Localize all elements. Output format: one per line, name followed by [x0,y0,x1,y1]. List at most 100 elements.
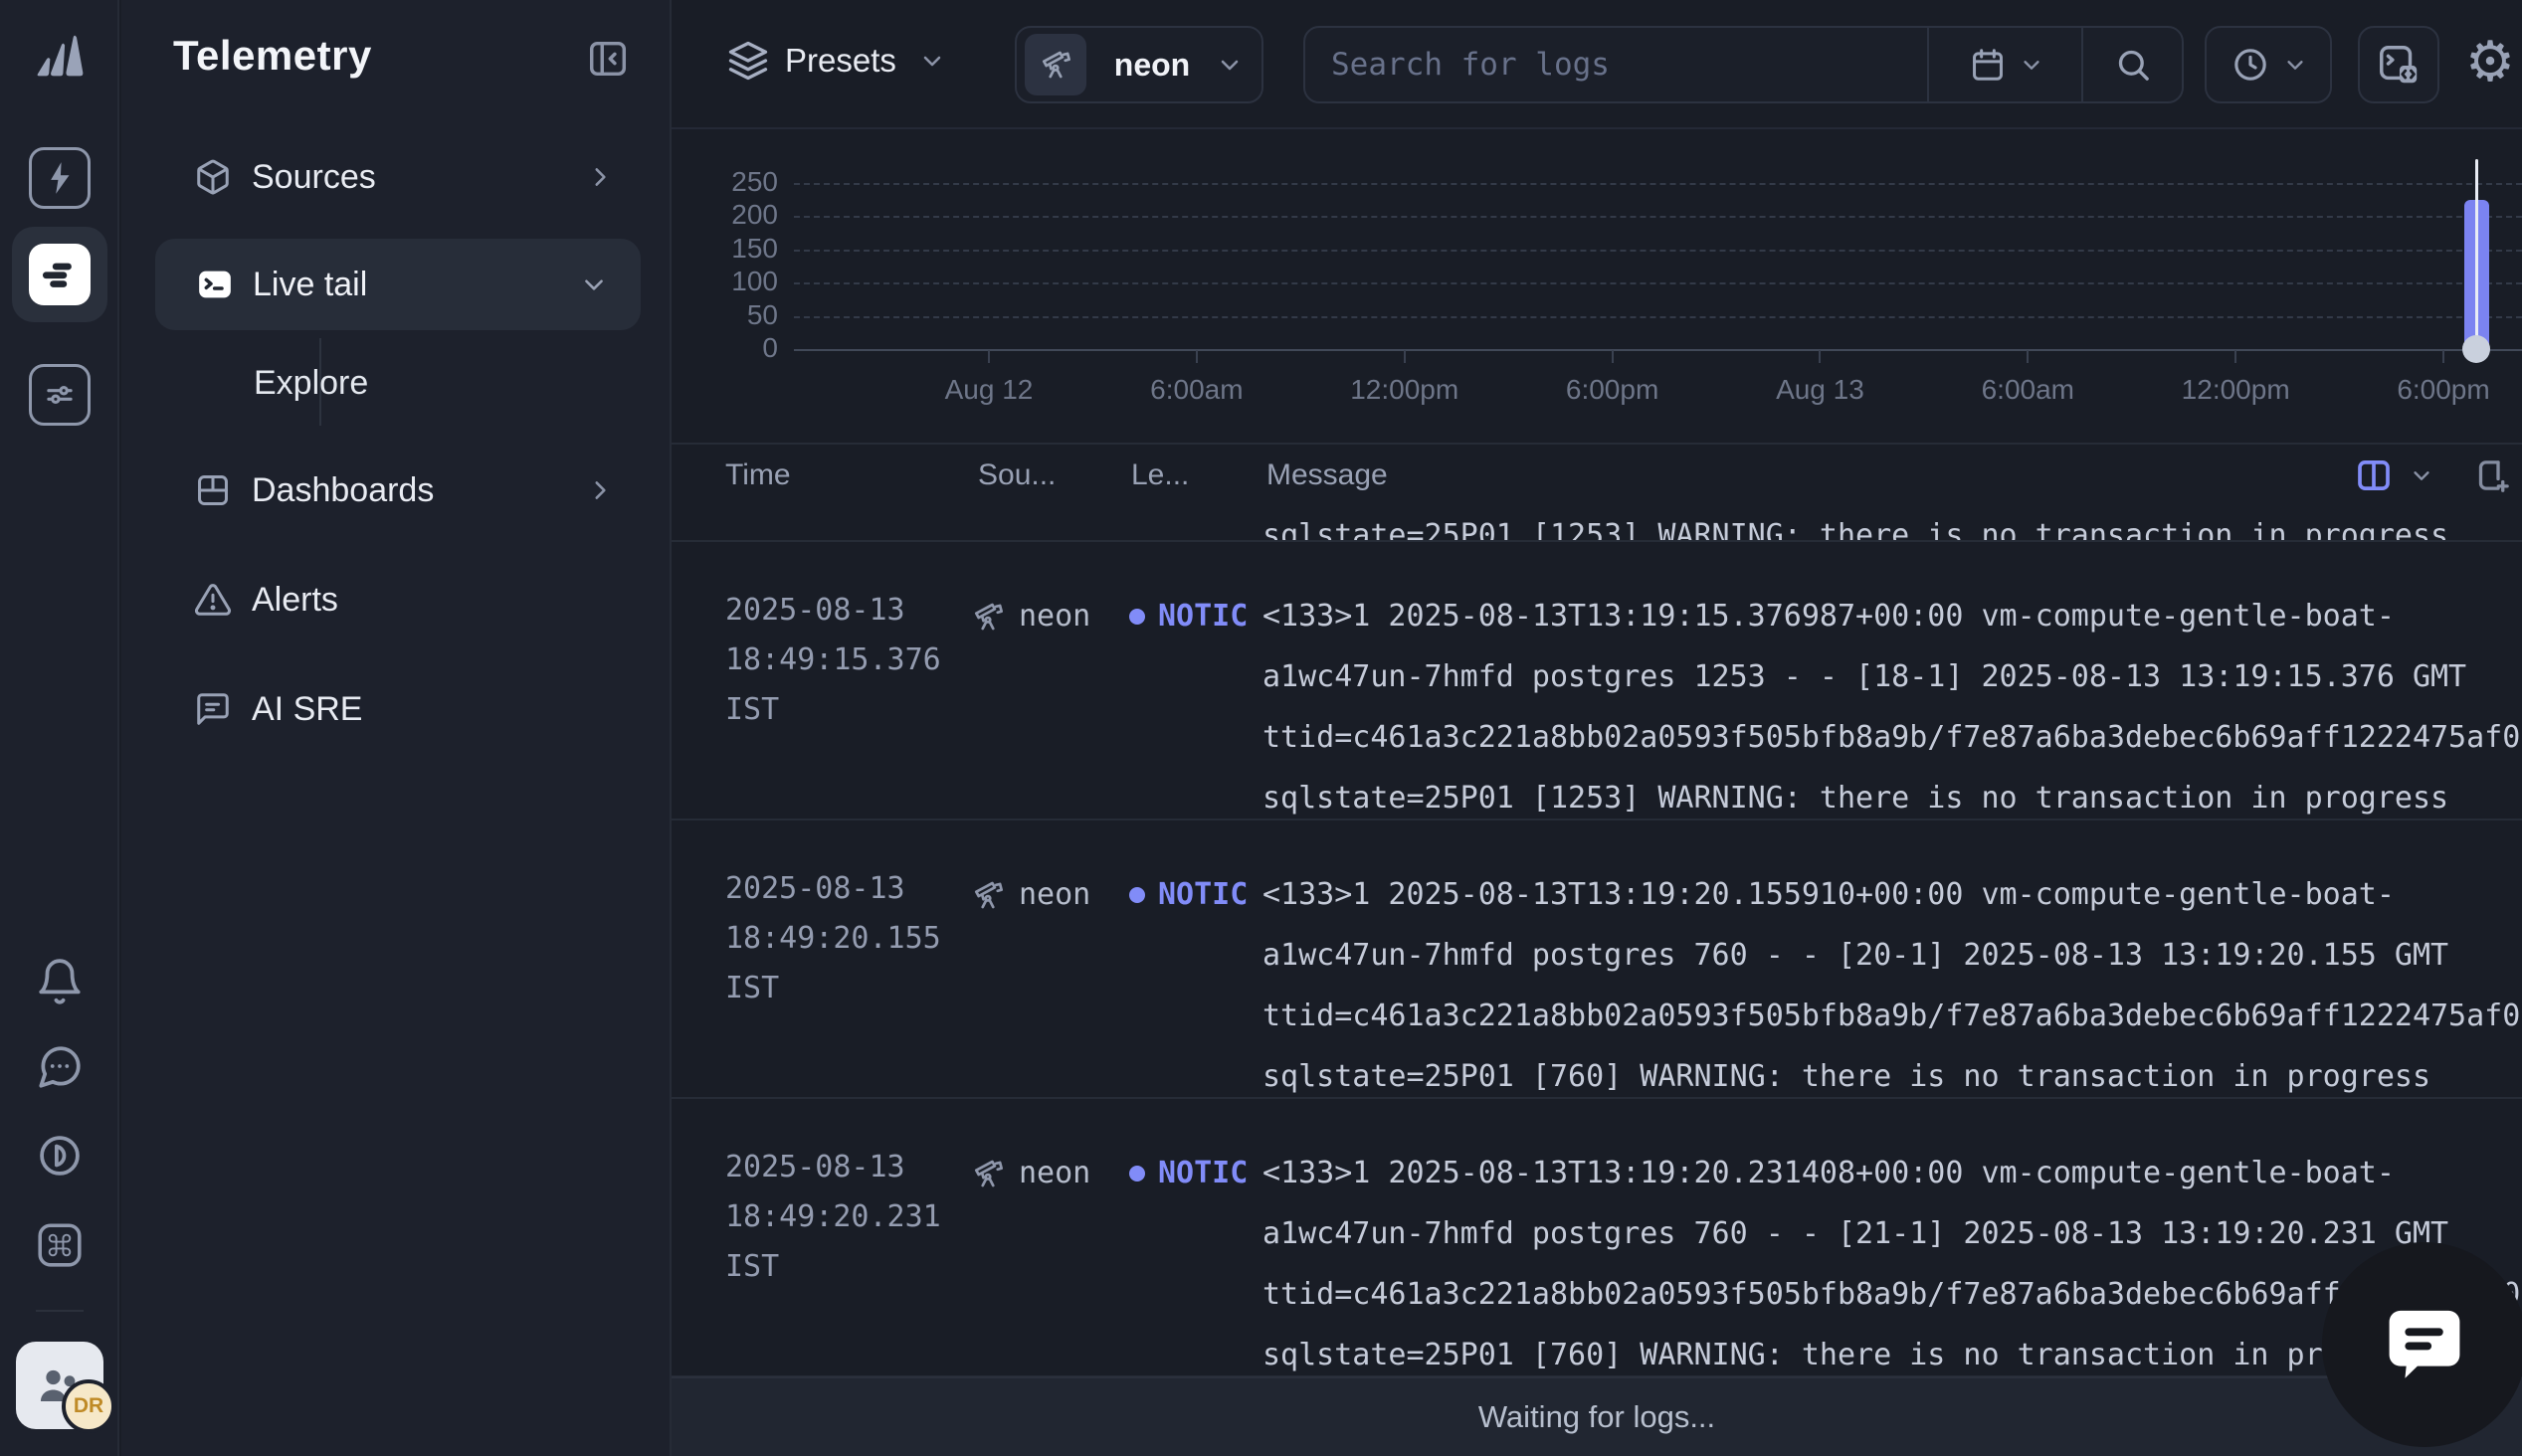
settings-button[interactable]: ⚙ [2460,30,2520,95]
log-source-name: neon [1019,1143,1090,1203]
sidebar-item-label: AI SRE [252,690,362,729]
feedback-button[interactable] [35,1042,85,1092]
presets-dropdown[interactable]: Presets [727,40,944,82]
waiting-for-logs-text: Waiting for logs... [1478,1399,1715,1435]
x-axis-tick-label: 6:00am [1107,374,1286,406]
logs-nav-button-active[interactable] [12,227,107,322]
sidebar-item-explore[interactable]: Explore [121,348,672,418]
columns-icon [2353,455,2395,496]
column-header-message: Message [1266,458,1388,492]
sidebar-item-live-tail-active[interactable]: Live tail [155,239,641,330]
add-column-button[interactable] [2470,455,2512,496]
chevron-down-icon [1218,53,1242,77]
sidebar-item-label: Explore [254,364,368,403]
level-dot-icon [1129,1166,1145,1182]
x-axis-tick [1612,350,1614,363]
x-axis-tick-label: 6:00pm [1523,374,1702,406]
sidebar-item-ai-sre[interactable]: AI SRE [121,674,672,744]
sidebar-item-sources[interactable]: Sources [121,142,672,212]
contrast-icon [35,1131,85,1181]
x-axis-tick-label: 6:00pm [2354,374,2522,406]
log-message: sqlstate=25P01 [1253] WARNING: there is … [1262,514,2522,542]
sidebar-item-dashboards[interactable]: Dashboards [121,455,672,525]
log-source-name: neon [1019,864,1090,925]
column-header-level: Le... [1131,458,1189,492]
chevron-down-icon [2021,54,2042,76]
clock-icon [2231,45,2270,85]
message-square-icon [194,690,232,728]
run-search-button[interactable] [2083,28,2182,101]
chevron-down-icon [581,272,607,297]
settings-sliders-nav-button[interactable] [29,364,91,426]
add-column-icon [2470,455,2512,496]
telescope-icon [970,599,1006,635]
theme-toggle-button[interactable] [35,1131,85,1181]
command-icon [35,1220,85,1270]
gear-icon: ⚙ [2465,30,2515,94]
keyboard-shortcuts-button[interactable] [35,1220,85,1270]
telescope-icon [1025,34,1086,95]
column-layout-button[interactable] [2353,455,2395,496]
sidebar-item-alerts[interactable]: Alerts [121,565,672,635]
calendar-icon [1969,46,2007,84]
column-header-time: Time [725,458,791,492]
date-range-button[interactable] [1929,28,2081,101]
collapse-sidebar-button[interactable] [585,36,631,82]
gridline [794,316,2522,318]
search-icon [2113,45,2153,85]
histogram-bar [2464,200,2489,349]
log-time: 2025-08-1318:49:15.376IST [725,586,959,735]
x-axis-tick-label: 12:00pm [2146,374,2325,406]
chevron-down-icon [2284,54,2306,76]
log-level-name: NOTIC [1158,599,1248,634]
support-chat-button[interactable] [2322,1242,2522,1447]
topbar: Presets neon [672,0,2522,129]
gridline [794,183,2522,185]
x-axis-tick-label: 12:00pm [1315,374,1494,406]
search-input[interactable] [1305,28,1927,101]
live-cursor-dot [2462,335,2490,363]
log-row[interactable]: 2025-08-1318:49:20.155IST neon NOTIC <13… [672,820,2522,1099]
gridline [794,282,2522,284]
sidebar-item-label: Alerts [252,581,338,620]
level-dot-icon [1129,887,1145,903]
x-axis-tick [988,350,990,363]
log-row[interactable]: 2025-08-1318:49:20.231IST neon NOTIC <13… [672,1099,2522,1376]
log-row-partial[interactable]: sqlstate=25P01 [1253] WARNING: there is … [672,506,2522,542]
log-rows: 2025-08-1318:49:15.376IST neon NOTIC <13… [672,542,2522,1376]
query-editor-button[interactable] [2358,26,2439,103]
x-axis-tick [2442,350,2444,363]
layers-icon [727,40,769,82]
x-axis-tick [2234,350,2236,363]
log-message: <133>1 2025-08-13T13:19:15.376987+00:00 … [1262,586,2522,820]
chevron-down-icon[interactable] [2411,464,2432,486]
x-axis-tick [1819,350,1821,363]
level-dot-icon [1129,609,1145,625]
brand-logo-icon[interactable] [26,22,94,90]
telemetry-app: DR Telemetry Sources [0,0,2522,1456]
quickstart-nav-button[interactable] [29,147,91,209]
log-level-name: NOTIC [1158,1156,1248,1190]
rail-divider [36,1310,84,1312]
live-cursor[interactable] [2475,159,2478,349]
page-title: Telemetry [173,32,372,80]
x-axis-tick-label: Aug 12 [899,374,1078,406]
chevron-right-icon [587,477,613,503]
x-axis-tick-label: 6:00am [1938,374,2117,406]
user-initials-badge[interactable]: DR [62,1379,115,1433]
chevron-right-icon [587,164,613,190]
source-filter-dropdown[interactable]: neon [1015,26,1263,103]
terminal-icon [195,265,235,304]
chevron-down-icon [920,49,944,73]
telescope-icon [970,1156,1006,1191]
log-row[interactable]: 2025-08-1318:49:15.376IST neon NOTIC <13… [672,542,2522,820]
sliders-icon [41,376,79,414]
sidebar-item-label: Sources [252,158,376,197]
lightning-icon [41,159,79,197]
log-source: neon [970,1143,1090,1203]
chat-bubble-icon [2375,1295,2474,1394]
alert-triangle-icon [194,581,232,619]
log-source-name: neon [1019,586,1090,646]
refresh-interval-dropdown[interactable] [2205,26,2332,103]
notifications-button[interactable] [35,957,85,1006]
